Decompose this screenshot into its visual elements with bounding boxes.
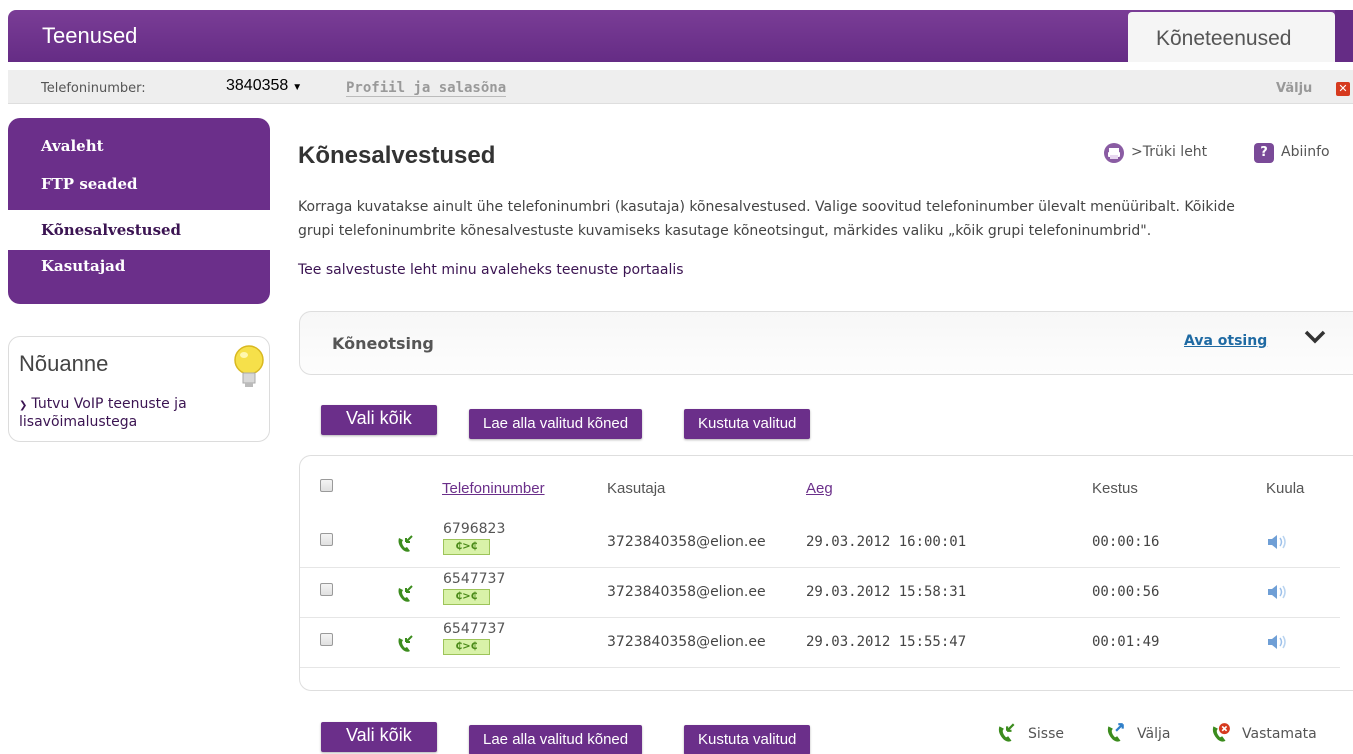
help-icon[interactable]: ?: [1254, 143, 1274, 163]
transfer-badge: ₵>₵: [443, 639, 490, 655]
printer-icon[interactable]: [1104, 143, 1124, 163]
select-all-button-bottom[interactable]: Vali kõik: [321, 722, 437, 752]
tip-link-label: Tutvu VoIP teenuste ja lisavõimalustega: [19, 396, 187, 430]
delete-selected-button[interactable]: Kustuta valitud: [684, 409, 811, 439]
download-selected-button-bottom[interactable]: Lae alla valitud kõned: [469, 725, 643, 754]
select-all-button[interactable]: Vali kõik: [321, 405, 437, 435]
tip-title: Nõuanne: [19, 351, 109, 376]
search-title: Kõneotsing: [332, 334, 434, 353]
chevron-down-icon[interactable]: [1304, 326, 1326, 348]
call-search-panel: Kõneotsing Ava otsing: [299, 311, 1353, 375]
header-edge: [1335, 10, 1353, 62]
phone-number-select[interactable]: 3840358 ▼: [226, 77, 302, 95]
row-checkbox[interactable]: [320, 583, 333, 596]
open-search-link[interactable]: Ava otsing: [1184, 333, 1267, 349]
row-phone-number: 6547737: [443, 621, 506, 637]
row-time: 29.03.2012 15:58:31: [806, 584, 967, 600]
row-user: 3723840358@elion.ee: [607, 584, 766, 600]
lightbulb-icon: [234, 345, 264, 387]
row-duration: 00:01:49: [1092, 634, 1160, 650]
intro-line-2: grupi telefoninumbrite kõnesalvestuste k…: [298, 223, 1152, 239]
tab-call-services[interactable]: Kõneteenused: [1128, 12, 1335, 62]
delete-selected-button-bottom[interactable]: Kustuta valitud: [684, 725, 811, 754]
incoming-call-icon: [398, 635, 413, 652]
logout-link[interactable]: Välju: [1276, 81, 1312, 96]
download-selected-button[interactable]: Lae alla valitud kõned: [469, 409, 643, 439]
row-checkbox[interactable]: [320, 533, 333, 546]
row-duration: 00:00:16: [1092, 534, 1160, 550]
legend-outgoing: Välja: [1137, 726, 1171, 742]
column-header-duration: Kestus: [1092, 480, 1138, 497]
table-row: 6547737 ₵>₵ 3723840358@elion.ee 29.03.20…: [300, 618, 1340, 668]
sub-toolbar: Telefoninumber: 3840358 ▼ Profiil ja sala…: [8, 70, 1353, 104]
phone-number-value: 3840358: [226, 77, 289, 94]
column-header-phone[interactable]: Telefoninumber: [442, 480, 545, 497]
select-all-checkbox[interactable]: [320, 479, 333, 492]
sidebar-nav: Avaleht FTP seaded Kõnesalvestused Kasut…: [8, 118, 270, 304]
row-duration: 00:00:56: [1092, 584, 1160, 600]
tip-link[interactable]: ❯ Tutvu VoIP teenuste ja lisavõimalustega: [19, 396, 269, 431]
sidebar-item-users[interactable]: Kasutajad: [8, 254, 270, 294]
incoming-call-icon: [398, 585, 413, 602]
speaker-icon[interactable]: [1266, 534, 1288, 550]
tip-box: Nõuanne ❯ Tutvu VoIP teenuste ja lisavõim…: [8, 336, 270, 442]
row-checkbox[interactable]: [320, 633, 333, 646]
column-header-user: Kasutaja: [607, 480, 666, 497]
incoming-call-icon: [998, 723, 1015, 742]
recordings-table: Telefoninumber Kasutaja Aeg Kestus Kuula…: [299, 455, 1353, 691]
close-icon[interactable]: ✕: [1336, 82, 1350, 96]
profile-password-link[interactable]: Profiil ja salasõna: [346, 80, 507, 97]
top-header-bar: Teenused Kõneteenused: [8, 10, 1353, 62]
sidebar-item-call-recordings[interactable]: Kõnesalvestused: [8, 210, 270, 250]
row-user: 3723840358@elion.ee: [607, 534, 766, 550]
print-page-link[interactable]: >Trüki leht: [1131, 144, 1207, 160]
missed-call-icon: [1212, 723, 1230, 742]
row-time: 29.03.2012 15:55:47: [806, 634, 967, 650]
column-header-time[interactable]: Aeg: [806, 480, 833, 497]
app-title: Teenused: [42, 23, 138, 48]
page-title: Kõnesalvestused: [298, 142, 496, 169]
chevron-down-icon: ▼: [292, 82, 303, 93]
row-user: 3723840358@elion.ee: [607, 634, 766, 650]
intro-text: Korraga kuvatakse ainult ühe telefoninum…: [298, 195, 1338, 243]
transfer-badge: ₵>₵: [443, 539, 490, 555]
legend-missed: Vastamata: [1242, 726, 1317, 742]
sidebar-item-home[interactable]: Avaleht: [8, 134, 270, 174]
set-homepage-link[interactable]: Tee salvestuste leht minu avaleheks teen…: [298, 262, 684, 278]
speaker-icon[interactable]: [1266, 584, 1288, 600]
table-row: 6796823 ₵>₵ 3723840358@elion.ee 29.03.20…: [300, 518, 1340, 568]
row-phone-number: 6796823: [443, 521, 506, 537]
transfer-badge: ₵>₵: [443, 589, 490, 605]
chevron-right-icon: ❯: [19, 400, 28, 411]
column-header-listen: Kuula: [1266, 480, 1305, 497]
sidebar-item-ftp-settings[interactable]: FTP seaded: [8, 172, 270, 212]
help-link[interactable]: Abiinfo: [1281, 144, 1330, 160]
speaker-icon[interactable]: [1266, 634, 1288, 650]
phone-number-label: Telefoninumber:: [41, 81, 146, 96]
table-row: 6547737 ₵>₵ 3723840358@elion.ee 29.03.20…: [300, 568, 1340, 618]
incoming-call-icon: [398, 535, 413, 552]
row-time: 29.03.2012 16:00:01: [806, 534, 967, 550]
outgoing-call-icon: [1107, 723, 1124, 742]
row-phone-number: 6547737: [443, 571, 506, 587]
intro-line-1: Korraga kuvatakse ainult ühe telefoninum…: [298, 199, 1235, 215]
legend-incoming: Sisse: [1028, 726, 1064, 742]
